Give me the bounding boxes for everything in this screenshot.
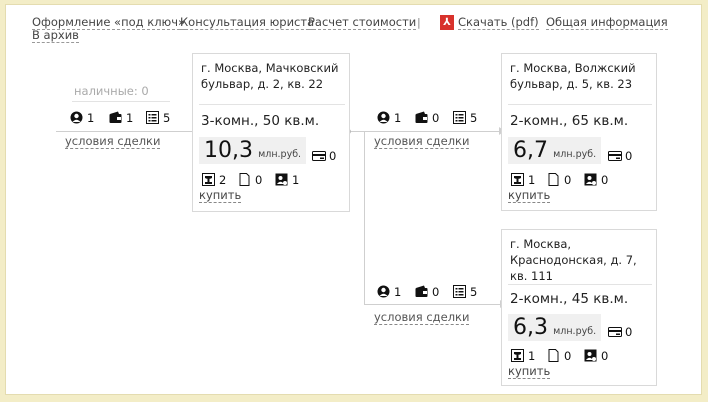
pdf-icon[interactable]: ⅄ xyxy=(440,15,454,30)
price-unit: млн.руб. xyxy=(553,326,597,337)
deal-conditions-link[interactable]: условия сделки xyxy=(65,135,161,149)
property-price: 10,3 млн.руб. xyxy=(199,137,307,164)
list-doc-icon xyxy=(146,111,159,124)
registered-person-icon xyxy=(275,173,288,186)
connector-line xyxy=(364,304,500,305)
nav-archive-link[interactable]: В архив xyxy=(32,29,79,43)
persons-count: 1 xyxy=(87,111,95,125)
connector-line xyxy=(364,131,365,305)
list-doc-icon xyxy=(453,111,466,124)
owner-icon xyxy=(511,349,524,362)
documents-count: 0 xyxy=(564,173,572,187)
persons-count: 1 xyxy=(394,285,402,299)
buy-link[interactable]: купить xyxy=(508,189,551,203)
nav-separator: | xyxy=(417,16,421,29)
property-address: г. Москва, Волжский бульвар, д. 5, кв. 2… xyxy=(510,61,636,91)
owners-count: 1 xyxy=(528,173,536,187)
card-count: 0 xyxy=(625,149,633,163)
divider xyxy=(199,104,345,105)
registered-count: 0 xyxy=(601,349,609,363)
documents-count: 0 xyxy=(564,349,572,363)
person-icon xyxy=(70,111,83,124)
owners-count: 2 xyxy=(219,173,227,187)
document-icon xyxy=(239,173,250,186)
property-address: г. Москва, Мачковский бульвар, д. 2, кв.… xyxy=(201,61,339,91)
registered-person-icon xyxy=(584,349,597,362)
docs-count: 5 xyxy=(163,111,171,125)
document-icon xyxy=(548,173,559,186)
card-icon xyxy=(608,151,622,161)
cash-label: наличные: 0 xyxy=(74,84,149,98)
divider xyxy=(508,104,652,105)
owner-icon xyxy=(202,173,215,186)
connector-line xyxy=(56,131,192,132)
registered-person-icon xyxy=(584,173,597,186)
wallets-count: 1 xyxy=(126,111,134,125)
registered-count: 1 xyxy=(292,173,300,187)
property-rooms-area: 2-комн., 45 кв.м. xyxy=(510,291,629,307)
wallets-count: 0 xyxy=(432,111,440,125)
property-card: г. Москва, Мачковский бульвар, д. 2, кв.… xyxy=(192,53,350,212)
nav-cost-link[interactable]: Расчет стоимости xyxy=(308,16,417,30)
document-icon xyxy=(548,349,559,362)
buy-link[interactable]: купить xyxy=(508,365,551,379)
nav-general-info-link[interactable]: Общая информация xyxy=(546,16,668,30)
docs-count: 5 xyxy=(470,111,478,125)
list-doc-icon xyxy=(453,285,466,298)
card-count: 0 xyxy=(625,325,633,339)
deal-conditions-link[interactable]: условия сделки xyxy=(374,311,470,325)
nav-download-pdf-link[interactable]: Скачать (pdf) xyxy=(458,16,539,30)
owner-icon xyxy=(511,173,524,186)
wallet-icon xyxy=(415,111,428,123)
nav-lawyer-link[interactable]: Консультация юриста xyxy=(180,16,315,30)
owners-count: 1 xyxy=(528,349,536,363)
property-price: 6,3 млн.руб. xyxy=(508,314,602,341)
property-price: 6,7 млн.руб. xyxy=(508,137,602,164)
persons-count: 1 xyxy=(394,111,402,125)
person-icon xyxy=(377,111,390,124)
price-unit: млн.руб. xyxy=(553,149,597,160)
card-icon xyxy=(608,327,622,337)
price-value: 10,3 xyxy=(204,138,253,163)
price-unit: млн.руб. xyxy=(258,149,302,160)
wallet-icon xyxy=(415,285,428,297)
property-card: г. Москва, Краснодонская, д. 7, кв. 111 … xyxy=(501,229,657,386)
registered-count: 0 xyxy=(601,173,609,187)
wallets-count: 0 xyxy=(432,285,440,299)
divider xyxy=(72,101,170,102)
buy-link[interactable]: купить xyxy=(199,189,242,203)
price-value: 6,7 xyxy=(513,138,548,163)
price-value: 6,3 xyxy=(513,315,548,340)
documents-count: 0 xyxy=(255,173,263,187)
wallet-icon xyxy=(109,111,122,123)
property-rooms-area: 3-комн., 50 кв.м. xyxy=(201,113,320,129)
deal-conditions-link[interactable]: условия сделки xyxy=(374,135,470,149)
page: Оформление «под ключ» Консультация юрист… xyxy=(5,4,702,395)
property-address: г. Москва, Краснодонская, д. 7, кв. 111 xyxy=(510,237,637,283)
docs-count: 5 xyxy=(470,285,478,299)
property-rooms-area: 2-комн., 65 кв.м. xyxy=(510,113,629,129)
connector-line xyxy=(349,131,499,132)
divider xyxy=(508,284,652,285)
property-card: г. Москва, Волжский бульвар, д. 5, кв. 2… xyxy=(501,53,657,211)
person-icon xyxy=(377,285,390,298)
card-count: 0 xyxy=(329,149,337,163)
card-icon xyxy=(312,151,326,161)
